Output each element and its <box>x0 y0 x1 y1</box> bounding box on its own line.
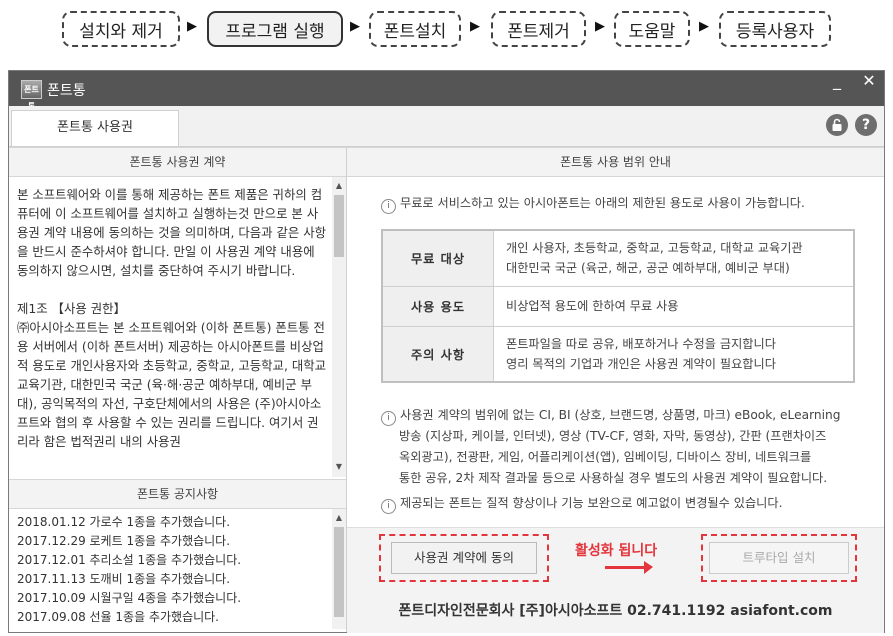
tab-bar: 폰트통 사용권 ? <box>9 106 884 147</box>
step-navigation: 설치와 제거 ▶ 프로그램 실행 ▶ 폰트설치 ▶ 폰트제거 ▶ 도움말 ▶ 등… <box>0 0 893 62</box>
row-key: 사용 용도 <box>381 285 494 327</box>
license-header: 폰트통 사용권 계약 <box>9 147 346 177</box>
left-panel: 폰트통 사용권 계약 본 소프트웨어와 이를 통해 제공하는 폰트 제품은 귀하… <box>9 147 347 632</box>
step-arrow-icon: ▶ <box>350 19 360 34</box>
title-bar: 폰트통 폰트통 _ ✕ <box>9 71 884 111</box>
intro-text: 무료로 서비스하고 있는 아시아폰트는 아래의 제한된 용도로 사용이 가능합니… <box>400 196 805 210</box>
value-line: 영리 목적의 기업과 개인은 사용권 계약이 필요합니다 <box>506 356 776 371</box>
fonttong-window: 폰트통 폰트통 _ ✕ 폰트통 사용권 ? 폰트통 사용권 계약 본 소프트웨어… <box>8 70 885 633</box>
arrow-right-icon <box>605 561 653 574</box>
note-change: i 제공되는 폰트는 질적 향상이나 기능 보완으로 예고없이 변경될수 있습니다… <box>381 493 782 514</box>
license-textbox[interactable]: 본 소프트웨어와 이를 통해 제공하는 폰트 제품은 귀하의 컴퓨터에 이 소프… <box>9 177 346 477</box>
table-row: 무료 대상 개인 사용자, 초등학교, 중학교, 고등학교, 대학교 교육기관 … <box>381 229 855 287</box>
value-line: 개인 사용자, 초등학교, 중학교, 고등학교, 대학교 교육기관 <box>506 241 803 256</box>
usage-table: 무료 대상 개인 사용자, 초등학교, 중학교, 고등학교, 대학교 교육기관 … <box>381 229 855 383</box>
scroll-up-icon[interactable]: ▲ <box>332 511 346 525</box>
notice-item[interactable]: 2018.01.12 가로수 1종을 추가했습니다. <box>9 513 346 532</box>
license-text: 본 소프트웨어와 이를 통해 제공하는 폰트 제품은 귀하의 컴퓨터에 이 소프… <box>17 185 327 470</box>
row-value: 개인 사용자, 초등학교, 중학교, 고등학교, 대학교 교육기관 대한민국 국… <box>493 229 855 287</box>
notice-item[interactable]: 2017.09.08 선율 1종을 추가했습니다. <box>9 608 346 627</box>
agree-button[interactable]: 사용권 계약에 동의 <box>391 542 537 574</box>
action-footer: 사용권 계약에 동의 활성화 됩니다 트루타입 설치 폰트디자인전문회사 [주]… <box>347 527 884 633</box>
notice-item[interactable]: 2017.10.09 시월구일 4종을 추가했습니다. <box>9 589 346 608</box>
notice-item[interactable]: 2017.11.13 도깨비 1종을 추가했습니다. <box>9 570 346 589</box>
table-row: 주의 사항 폰트파일을 따로 공유, 배포하거나 수정을 금지합니다 영리 목적… <box>381 325 855 383</box>
license-paragraph: 제1조 【사용 권한】 ㈜아시아소프트는 본 소프트웨어와 (이하 폰트통) 폰… <box>17 301 327 449</box>
notice-item[interactable]: 2017.12.29 로케트 1종을 추가했습니다. <box>9 532 346 551</box>
license-scrollbar[interactable]: ▲ ▼ <box>332 177 346 477</box>
note-line: 옥외광고), 전광판, 게임, 어플리케이션(앱), 임베이딩, 디바이스 장비… <box>399 450 812 464</box>
notice-item[interactable]: 2017.12.01 추리소설 1종을 추가했습니다. <box>9 551 346 570</box>
row-key: 무료 대상 <box>381 229 494 287</box>
window-title: 폰트통 <box>47 83 86 99</box>
step-font-install[interactable]: 폰트설치 <box>369 11 461 47</box>
app-logo-icon: 폰트통 <box>21 80 42 111</box>
step-arrow-icon: ▶ <box>595 19 605 34</box>
truetype-install-button[interactable]: 트루타입 설치 <box>709 542 849 574</box>
info-icon: i <box>381 411 396 426</box>
step-install-remove[interactable]: 설치와 제거 <box>62 11 180 47</box>
lock-icon[interactable] <box>826 114 848 136</box>
info-icon: i <box>381 199 396 214</box>
note-change-text: 제공되는 폰트는 질적 향상이나 기능 보완으로 예고없이 변경될수 있습니다. <box>400 496 783 510</box>
usage-scope-header: 폰트통 사용 범위 안내 <box>347 147 884 177</box>
note-line: 사용권 계약의 범위에 없는 CI, BI (상호, 브랜드명, 상품명, 마크… <box>400 408 841 422</box>
note-scope: i 사용권 계약의 범위에 없는 CI, BI (상호, 브랜드명, 상품명, 마… <box>381 405 871 489</box>
help-icon[interactable]: ? <box>855 114 877 136</box>
tab-license[interactable]: 폰트통 사용권 <box>11 110 179 146</box>
value-line: 대한민국 국군 (육군, 해군, 공군 예하부대, 예비군 부대) <box>506 261 790 276</box>
step-arrow-icon: ▶ <box>699 19 709 34</box>
scroll-up-icon[interactable]: ▲ <box>332 179 346 193</box>
note-line: 통한 공유, 2차 제작 결과물 등으로 사용하실 경우 별도의 사용권 계약이… <box>399 471 828 485</box>
close-button[interactable]: ✕ <box>855 71 883 93</box>
license-paragraph: 본 소프트웨어와 이를 통해 제공하는 폰트 제품은 귀하의 컴퓨터에 이 소프… <box>17 187 327 278</box>
step-arrow-icon: ▶ <box>187 19 197 34</box>
note-line: 방송 (지상파, 케이블, 인터넷), 영상 (TV-CF, 영화, 자막, 동… <box>399 429 827 443</box>
step-help[interactable]: 도움말 <box>614 11 690 47</box>
row-key: 주의 사항 <box>381 325 494 383</box>
right-panel: 폰트통 사용 범위 안내 i 무료로 서비스하고 있는 아시아폰트는 아래의 제한… <box>347 147 884 633</box>
info-icon: i <box>381 499 396 514</box>
step-font-remove[interactable]: 폰트제거 <box>491 11 586 47</box>
scroll-down-icon[interactable]: ▼ <box>332 460 346 474</box>
notice-header: 폰트통 공지사항 <box>9 479 346 509</box>
notice-scrollbar[interactable]: ▲ <box>332 509 346 629</box>
intro-line: i 무료로 서비스하고 있는 아시아폰트는 아래의 제한된 용도로 사용이 가능합… <box>381 193 805 214</box>
scroll-thumb[interactable] <box>334 527 344 617</box>
company-info: 폰트디자인전문회사 [주]아시아소프트 02.741.1192 asiafont… <box>398 603 833 619</box>
row-value: 비상업적 용도에 한하여 무료 사용 <box>493 285 855 327</box>
table-row: 사용 용도 비상업적 용도에 한하여 무료 사용 <box>381 285 855 327</box>
value-line: 폰트파일을 따로 공유, 배포하거나 수정을 금지합니다 <box>506 336 776 351</box>
scroll-thumb[interactable] <box>334 195 344 257</box>
step-run-program[interactable]: 프로그램 실행 <box>207 11 343 47</box>
step-registered-users[interactable]: 등록사용자 <box>719 11 831 47</box>
step-arrow-icon: ▶ <box>470 19 480 34</box>
minimize-button[interactable]: _ <box>823 71 851 93</box>
activate-label: 활성화 됩니다 <box>575 543 658 559</box>
notice-list[interactable]: 2018.01.12 가로수 1종을 추가했습니다. 2017.12.29 로케… <box>9 509 346 629</box>
row-value: 폰트파일을 따로 공유, 배포하거나 수정을 금지합니다 영리 목적의 기업과 … <box>493 325 855 383</box>
value-line: 비상업적 용도에 한하여 무료 사용 <box>506 299 679 313</box>
